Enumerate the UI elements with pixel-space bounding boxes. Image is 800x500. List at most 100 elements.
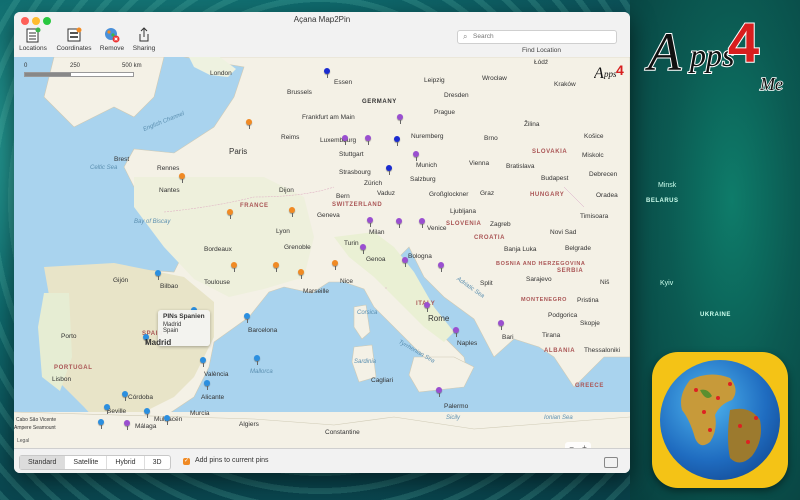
label-madrid: Madrid bbox=[145, 338, 172, 347]
label-vienna: Vienna bbox=[469, 160, 490, 167]
label-kyiv: Kyiv bbox=[660, 280, 674, 287]
label-skopje: Skopje bbox=[580, 320, 600, 327]
search-icon: ⌕ bbox=[463, 32, 468, 41]
map-pin[interactable] bbox=[438, 262, 444, 272]
map-pin[interactable] bbox=[144, 408, 150, 418]
scale-zero: 0 bbox=[24, 63, 28, 69]
map-pin[interactable] bbox=[98, 419, 104, 429]
label-turin: Turin bbox=[344, 240, 359, 247]
map-pin[interactable] bbox=[246, 119, 252, 129]
label-lisbon: Lisbon bbox=[52, 376, 72, 383]
map-type-segmented: Standard Satellite Hybrid 3D bbox=[19, 455, 171, 470]
label-zurich: Zürich bbox=[364, 180, 383, 187]
map-view[interactable]: 0 250 500 km A pps 4 London Brussels Ess… bbox=[14, 57, 630, 448]
label-prague: Prague bbox=[434, 109, 455, 116]
scale-track bbox=[24, 72, 134, 77]
map-pin[interactable] bbox=[155, 270, 161, 280]
map-pin[interactable] bbox=[394, 136, 400, 146]
search-field[interactable]: ⌕ bbox=[457, 30, 617, 44]
label-zagreb: Zagreb bbox=[490, 221, 511, 228]
label-rennes: Rennes bbox=[157, 165, 180, 172]
map-pin[interactable] bbox=[397, 114, 403, 124]
map-pin[interactable] bbox=[104, 404, 110, 414]
map-pin[interactable] bbox=[424, 302, 430, 312]
map-pin[interactable] bbox=[396, 218, 402, 228]
map-pin[interactable] bbox=[164, 415, 170, 425]
label-serbia: SERBIA bbox=[557, 268, 584, 274]
sharing-button[interactable]: Sharing bbox=[119, 27, 169, 52]
label-belgrade: Belgrade bbox=[565, 245, 592, 252]
sidebar-toggle-icon[interactable] bbox=[604, 457, 618, 468]
map-pin[interactable] bbox=[498, 320, 504, 330]
apps4me-logo: A pps 4 Me bbox=[644, 10, 784, 95]
label-portugal: PORTUGAL bbox=[54, 365, 93, 371]
map-pin[interactable] bbox=[365, 135, 371, 145]
map-pin[interactable] bbox=[324, 68, 330, 78]
label-malaga: Málaga bbox=[135, 423, 157, 430]
map-type-3d[interactable]: 3D bbox=[145, 456, 170, 469]
map-pin[interactable] bbox=[200, 357, 206, 367]
label-nice: Nice bbox=[340, 278, 354, 285]
map-pin[interactable] bbox=[386, 165, 392, 175]
coordinates-icon bbox=[67, 27, 82, 42]
map-type-standard[interactable]: Standard bbox=[20, 456, 66, 469]
label-bilbao: Bilbao bbox=[160, 283, 179, 290]
map-pin[interactable] bbox=[122, 391, 128, 401]
label-pristina: Pristina bbox=[577, 297, 599, 304]
map-pin[interactable] bbox=[402, 257, 408, 267]
add-pins-checkbox[interactable]: ✓ bbox=[183, 458, 190, 465]
label-minsk: Minsk bbox=[658, 182, 677, 189]
label-wroclaw: Wrocław bbox=[482, 75, 507, 82]
label-essen: Essen bbox=[334, 79, 353, 86]
map-type-satellite[interactable]: Satellite bbox=[65, 456, 108, 469]
map-pin[interactable] bbox=[413, 151, 419, 161]
map-pin[interactable] bbox=[360, 244, 366, 254]
label-alicante: Alicante bbox=[201, 394, 225, 401]
map-pin[interactable] bbox=[453, 327, 459, 337]
label-strasbourg: Strasbourg bbox=[339, 169, 371, 176]
label-belarus: BELARUS bbox=[646, 198, 679, 204]
label-toulouse: Toulouse bbox=[204, 279, 231, 286]
label-germany: GERMANY bbox=[362, 99, 397, 105]
label-cagliari: Cagliari bbox=[371, 377, 394, 384]
scale-bar: 0 250 500 km bbox=[24, 63, 144, 77]
map-pin[interactable] bbox=[436, 387, 442, 397]
map-pin[interactable] bbox=[332, 260, 338, 270]
map-pin[interactable] bbox=[244, 313, 250, 323]
svg-text:A: A bbox=[594, 65, 604, 82]
map-pin[interactable] bbox=[289, 207, 295, 217]
label-geneva: Geneva bbox=[317, 212, 340, 219]
label-bratislava: Bratislava bbox=[506, 163, 535, 170]
search-input[interactable] bbox=[473, 32, 603, 41]
label-ukraine: UKRAINE bbox=[700, 312, 731, 318]
map-pin[interactable] bbox=[204, 380, 210, 390]
label-luxembourg: Luxembourg bbox=[320, 137, 357, 144]
legal-link[interactable]: Legal bbox=[17, 438, 29, 444]
map-pin[interactable] bbox=[273, 262, 279, 272]
map-pin[interactable] bbox=[124, 420, 130, 430]
map-type-hybrid[interactable]: Hybrid bbox=[107, 456, 145, 469]
scale-end: 500 km bbox=[122, 63, 142, 69]
apps4me-mini-logo: A pps 4 bbox=[594, 62, 624, 82]
sharing-label: Sharing bbox=[132, 45, 156, 52]
label-corsica: Corsica bbox=[357, 310, 378, 316]
map-pin[interactable] bbox=[227, 209, 233, 219]
map-pin[interactable] bbox=[419, 218, 425, 228]
map-pin[interactable] bbox=[254, 355, 260, 365]
label-lyon: Lyon bbox=[276, 228, 290, 235]
label-bern: Bern bbox=[336, 193, 350, 200]
add-pins-label: Add pins to current pins bbox=[195, 457, 269, 464]
label-cabo: Cabo São Vicente bbox=[16, 417, 57, 423]
label-ionian: Ionian Sea bbox=[544, 415, 573, 421]
label-slovenia: SLOVENIA bbox=[446, 221, 482, 227]
map-pin[interactable] bbox=[179, 173, 185, 183]
map-pin[interactable] bbox=[342, 135, 348, 145]
map-pin[interactable] bbox=[367, 217, 373, 227]
svg-text:4: 4 bbox=[728, 11, 759, 74]
map-pin[interactable] bbox=[298, 269, 304, 279]
label-hungary: HUNGARY bbox=[530, 192, 565, 198]
label-bari: Bari bbox=[502, 334, 514, 341]
map-pin[interactable] bbox=[231, 262, 237, 272]
label-kosice: Košice bbox=[584, 133, 604, 140]
label-dresden: Dresden bbox=[444, 92, 469, 99]
